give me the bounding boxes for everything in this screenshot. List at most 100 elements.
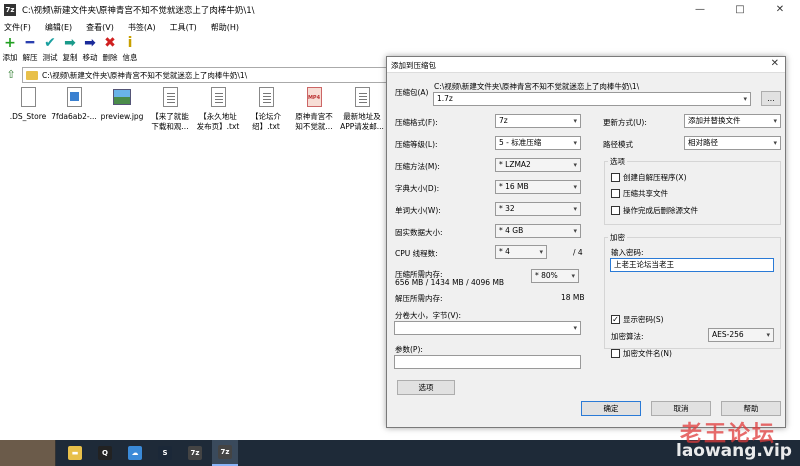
- taskbar-item[interactable]: ▬: [62, 440, 88, 466]
- dialog-title: 添加到压缩包: [391, 61, 436, 70]
- memory-percent-value: * 80%: [535, 271, 558, 280]
- help-button[interactable]: 帮助: [721, 401, 781, 416]
- address-path: C:\视频\新建文件夹\原神青宫不知不觉就迷恋上了肉棒牛奶\1\: [42, 70, 248, 80]
- checkbox-icon: ✓: [611, 315, 620, 324]
- toolbar-button-4[interactable]: ➡ 移动: [80, 35, 100, 65]
- show-password-checkbox[interactable]: ✓ 显示密码(S): [611, 314, 664, 325]
- close-button[interactable]: ✕: [760, 0, 800, 20]
- archive-path: C:\视频\新建文件夹\原神青宫不知不觉就迷恋上了肉棒牛奶\1\: [434, 82, 640, 91]
- up-arrow-icon[interactable]: ⇧: [2, 67, 20, 83]
- option-checkbox[interactable]: 创建自解压程序(X): [611, 172, 687, 183]
- encrypt-method-label: 加密算法:: [611, 332, 644, 341]
- archive-name-combo[interactable]: 1.7z ▾: [433, 92, 751, 106]
- setting-value: * 4 GB: [499, 226, 524, 235]
- decompress-memory-label: 解压所需内存:: [395, 294, 443, 303]
- taskbar-item[interactable]: S: [152, 440, 178, 466]
- file-item[interactable]: 最新地址及 APP请发邮...: [338, 86, 386, 132]
- minus-icon: ━: [25, 35, 35, 51]
- dialog-close-button[interactable]: ✕: [771, 58, 779, 69]
- option-checkbox[interactable]: 压缩共享文件: [611, 188, 668, 199]
- text-file-icon: [210, 87, 226, 107]
- address-field[interactable]: C:\视频\新建文件夹\原神青宫不知不觉就迷恋上了肉棒牛奶\1\: [22, 67, 402, 83]
- file-item[interactable]: 【论坛介 绍】.txt: [242, 86, 290, 132]
- setting-label: 压缩方法(M):: [395, 162, 440, 171]
- setting-combo[interactable]: 7z ▾: [495, 114, 581, 128]
- file-item[interactable]: .DS_Store: [4, 86, 52, 122]
- file-name: 【永久地址 发布页】.txt: [196, 112, 240, 131]
- check-icon: ✔: [44, 35, 56, 51]
- chevron-down-icon: ▾: [571, 272, 575, 280]
- path-mode-combo[interactable]: 相对路径 ▾: [684, 136, 781, 150]
- option-checkbox[interactable]: 操作完成后删除源文件: [611, 205, 698, 216]
- folder-icon: [26, 70, 38, 80]
- options-button[interactable]: 选项: [397, 380, 455, 395]
- toolbar-button-6[interactable]: i 信息: [120, 35, 140, 65]
- toolbar-button-5[interactable]: ✖ 删除: [100, 35, 120, 65]
- setting-combo[interactable]: * 16 MB ▾: [495, 180, 581, 194]
- option-label: 操作完成后删除源文件: [623, 206, 698, 215]
- menu-tools[interactable]: 工具(T): [170, 22, 197, 33]
- file-item[interactable]: 【永久地址 发布页】.txt: [194, 86, 242, 132]
- update-mode-combo[interactable]: 添加并替换文件 ▾: [684, 114, 781, 128]
- taskbar-item[interactable]: 7z: [212, 440, 238, 466]
- toolbar-button-0[interactable]: + 添加: [0, 35, 20, 65]
- chevron-down-icon: ▾: [539, 248, 543, 256]
- browse-button[interactable]: ...: [761, 91, 781, 106]
- toolbar-label: 复制: [62, 53, 78, 62]
- option-label: 创建自解压程序(X): [623, 173, 687, 182]
- avatar[interactable]: [0, 440, 56, 466]
- toolbar-label: 删除: [102, 53, 118, 62]
- show-password-label: 显示密码(S): [623, 315, 664, 324]
- file-name: preview.jpg: [100, 112, 144, 121]
- encryption-group-title: 加密: [608, 232, 627, 243]
- setting-combo[interactable]: * 4 GB ▾: [495, 224, 581, 238]
- maximize-button[interactable]: □: [720, 0, 760, 20]
- toolbar-button-3[interactable]: ➡ 复制: [60, 35, 80, 65]
- password-input[interactable]: 上老王论坛当老王: [610, 258, 774, 272]
- toolbar-button-2[interactable]: ✔ 测试: [40, 35, 60, 65]
- encrypt-method-combo[interactable]: AES-256 ▾: [708, 328, 774, 342]
- chevron-down-icon: ▾: [573, 324, 577, 332]
- memory-percent-combo[interactable]: * 80% ▾: [531, 269, 579, 283]
- menu-bookmarks[interactable]: 书签(A): [128, 22, 156, 33]
- file-list: .DS_Store 7fda6ab2-... preview.jpg 【来了就能 下载和…: [0, 86, 400, 440]
- setting-combo[interactable]: * 32 ▾: [495, 202, 581, 216]
- setting-value: * 16 MB: [499, 182, 529, 191]
- menu-view[interactable]: 查看(V): [86, 22, 114, 33]
- split-size-combo[interactable]: ▾: [394, 321, 581, 335]
- taskbar-item[interactable]: ☁: [122, 440, 148, 466]
- toolbar-button-1[interactable]: ━ 解压: [20, 35, 40, 65]
- dialog-title-bar: 添加到压缩包 ✕: [387, 57, 785, 73]
- file-item[interactable]: MP4 原神青宫不 知不觉就...: [290, 86, 338, 132]
- params-input[interactable]: [394, 355, 581, 369]
- encrypt-method-value: AES-256: [712, 330, 744, 339]
- setting-label: 压缩格式(F):: [395, 118, 438, 127]
- taskbar-item[interactable]: 7z: [182, 440, 208, 466]
- cancel-button[interactable]: 取消: [651, 401, 711, 416]
- menu-edit[interactable]: 编辑(E): [45, 22, 72, 33]
- menu-help[interactable]: 帮助(H): [211, 22, 239, 33]
- split-size-label: 分卷大小，字节(V):: [395, 311, 462, 320]
- path-mode-label: 路径模式: [603, 140, 633, 149]
- chevron-down-icon: ▾: [573, 161, 577, 169]
- window-controls: — □ ✕: [680, 0, 800, 20]
- encrypt-filenames-checkbox[interactable]: 加密文件名(N): [611, 348, 672, 359]
- file-item[interactable]: preview.jpg: [98, 86, 146, 122]
- minimize-button[interactable]: —: [680, 0, 720, 20]
- ok-button[interactable]: 确定: [581, 401, 641, 416]
- cpu-threads-combo[interactable]: * 4 ▾: [495, 245, 547, 259]
- setting-combo[interactable]: 5 - 标准压缩 ▾: [495, 136, 581, 150]
- file-item[interactable]: 7fda6ab2-...: [50, 86, 98, 122]
- taskbar-item[interactable]: Q: [92, 440, 118, 466]
- chevron-down-icon: ▾: [773, 139, 777, 147]
- cloud-icon: ☁: [128, 446, 142, 460]
- plus-icon: +: [4, 35, 16, 51]
- setting-label: 压缩等级(L):: [395, 140, 438, 149]
- menu-file[interactable]: 文件(F): [4, 22, 31, 33]
- sevenzip-icon: 7z: [188, 446, 202, 460]
- watermark-url: laowang.vip: [676, 441, 792, 461]
- setting-combo[interactable]: * LZMA2 ▾: [495, 158, 581, 172]
- setting-label: 字典大小(D):: [395, 184, 440, 193]
- move-arrow-icon: ➡: [84, 35, 96, 51]
- file-item[interactable]: 【来了就能 下载和观...: [146, 86, 194, 132]
